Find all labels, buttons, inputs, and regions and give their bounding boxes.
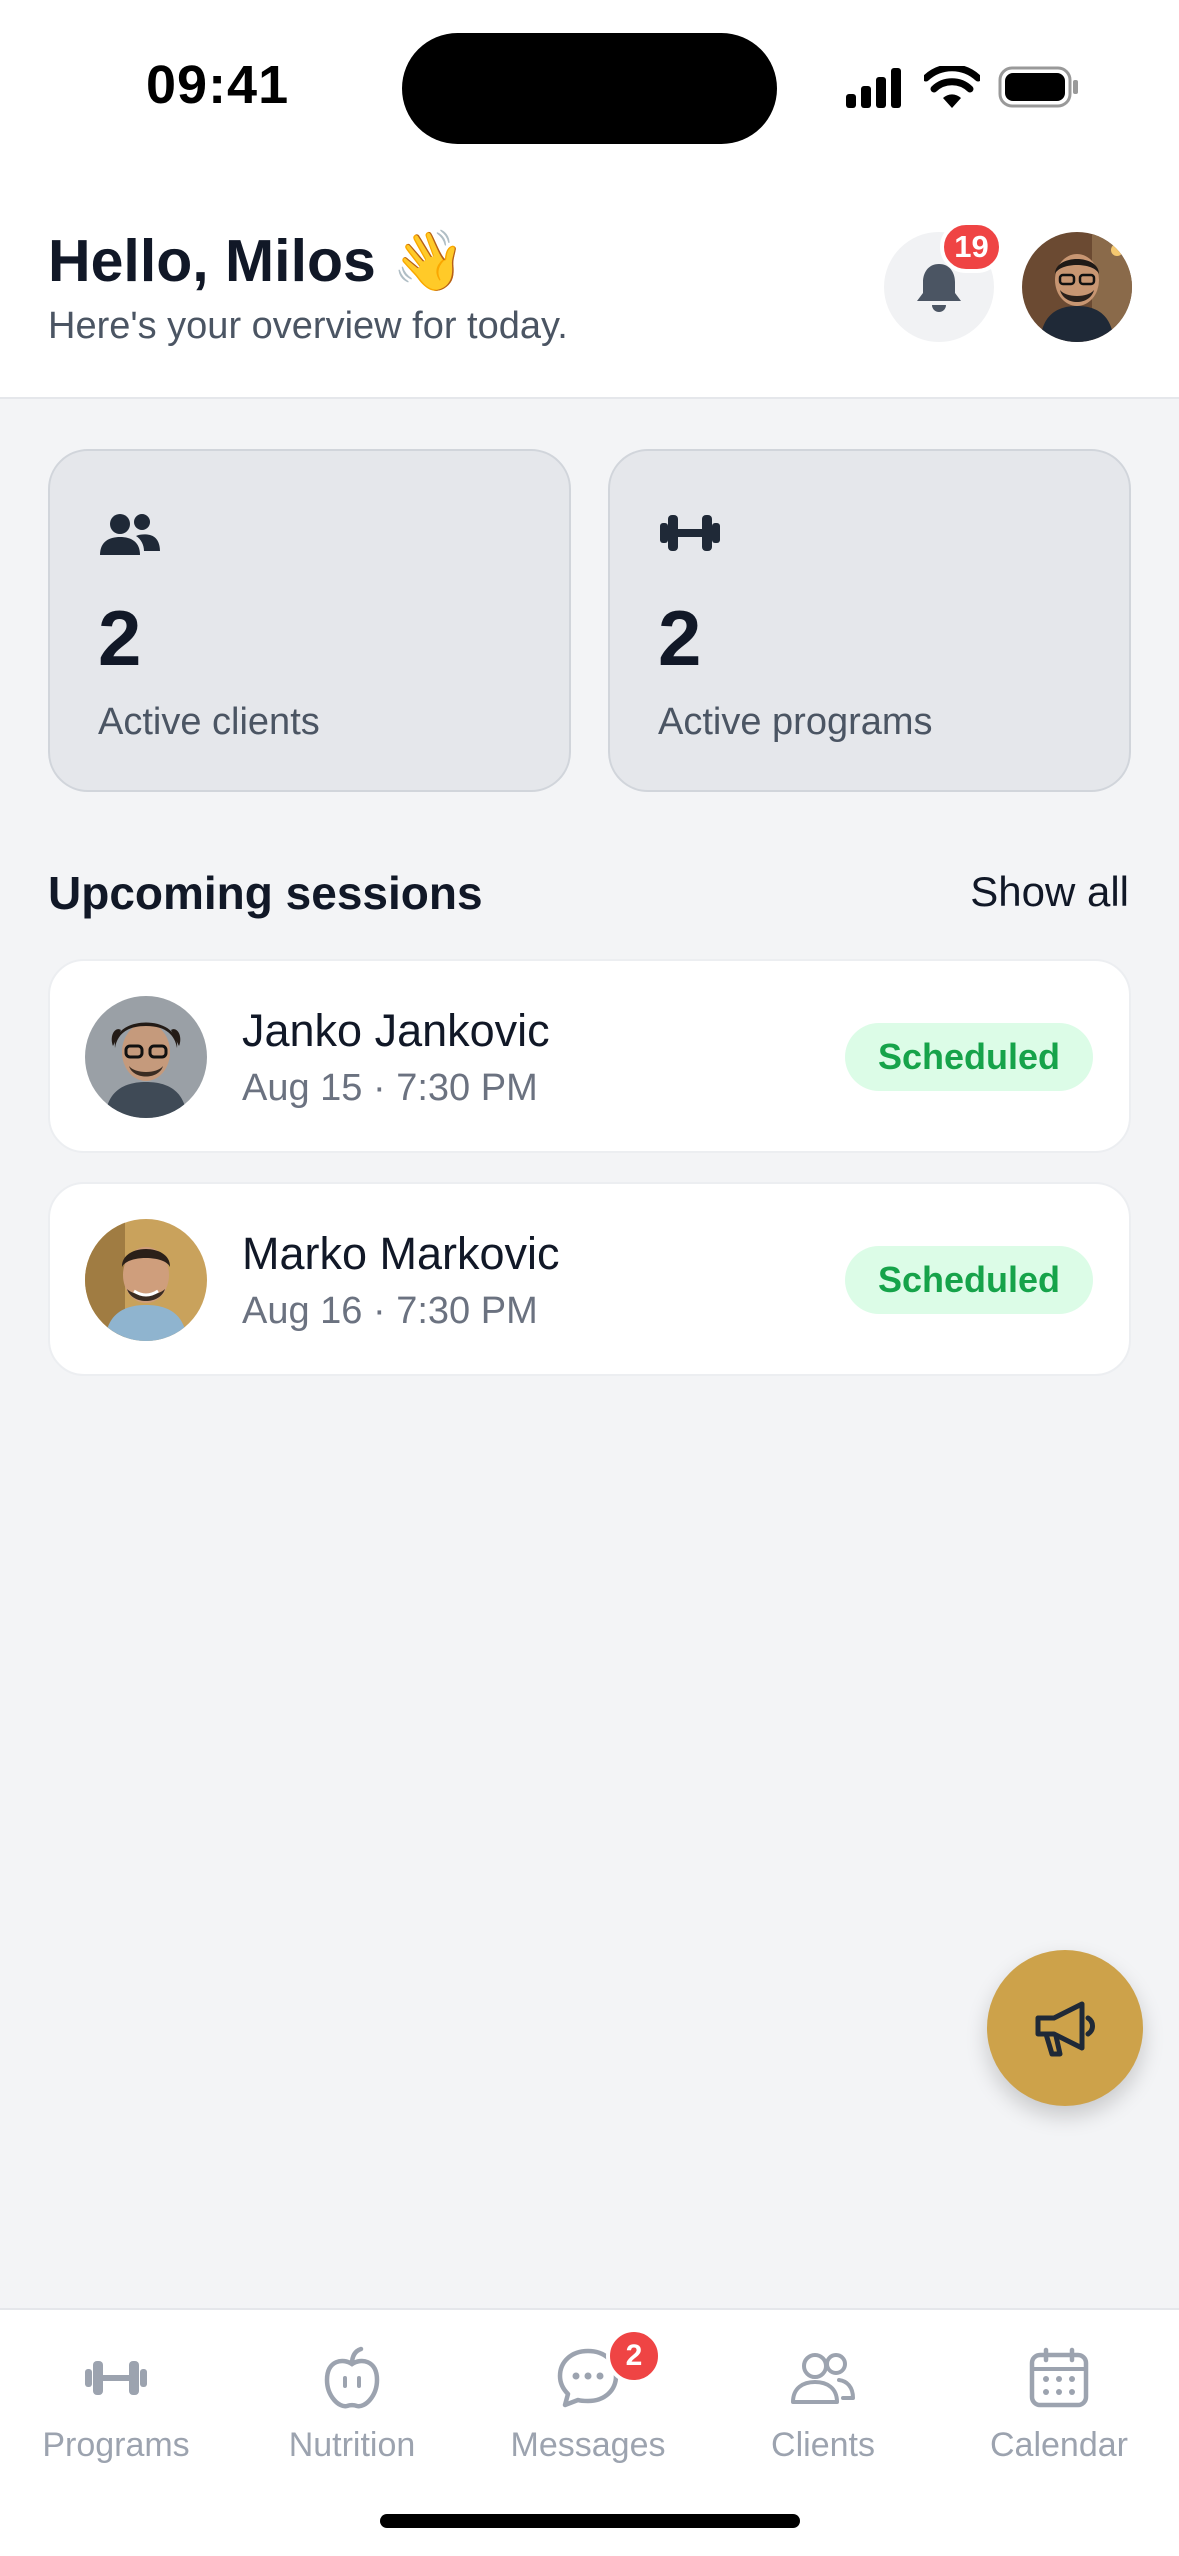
tab-messages[interactable]: 2 Messages: [488, 2328, 688, 2480]
status-badge: Scheduled: [845, 1023, 1093, 1091]
header: Hello, Milos 👋 Here's your overview for …: [0, 175, 1179, 399]
tab-clients[interactable]: Clients: [723, 2340, 923, 2480]
active-clients-label: Active clients: [98, 701, 320, 743]
cellular-signal-icon: [846, 68, 901, 108]
status-badge: Scheduled: [845, 1246, 1093, 1314]
tab-programs[interactable]: Programs: [16, 2340, 216, 2480]
profile-photo: [1022, 232, 1132, 342]
greeting-title: Hello, Milos 👋: [48, 228, 466, 294]
megaphone-icon: [1035, 2001, 1095, 2057]
tab-calendar-label: Calendar: [990, 2426, 1128, 2464]
status-bar: 09:41: [0, 0, 1179, 175]
active-programs-card[interactable]: 2 Active programs: [608, 449, 1131, 792]
session-item[interactable]: Janko Jankovic Aug 15 · 7:30 PM Schedule…: [48, 959, 1131, 1153]
tab-programs-label: Programs: [42, 2426, 190, 2464]
apple-icon: [324, 2346, 380, 2409]
upcoming-sessions-title: Upcoming sessions: [48, 867, 483, 919]
battery-icon: [998, 66, 1078, 108]
tab-nutrition-label: Nutrition: [288, 2426, 416, 2464]
home-indicator: [380, 2514, 800, 2528]
announcement-fab-button[interactable]: [987, 1950, 1143, 2106]
avatar: [85, 996, 207, 1118]
session-client-name: Janko Jankovic: [242, 1005, 550, 1056]
active-clients-value: 2: [98, 594, 142, 682]
dumbbell-icon: [85, 2361, 147, 2395]
users-icon: [98, 511, 162, 564]
tab-messages-label: Messages: [510, 2426, 666, 2464]
users-icon: [791, 2353, 855, 2404]
active-programs-label: Active programs: [658, 701, 933, 743]
avatar: [85, 1219, 207, 1341]
show-all-link[interactable]: Show all: [970, 868, 1129, 916]
profile-avatar[interactable]: [1022, 232, 1132, 342]
client-photo: [85, 996, 207, 1118]
active-programs-value: 2: [658, 594, 702, 682]
dynamic-island: [402, 33, 777, 144]
client-photo: [85, 1219, 207, 1341]
active-clients-card[interactable]: 2 Active clients: [48, 449, 571, 792]
session-client-name: Marko Markovic: [242, 1228, 560, 1279]
dumbbell-icon: [658, 511, 722, 560]
messages-unread-badge: 2: [606, 2328, 662, 2384]
session-item[interactable]: Marko Markovic Aug 16 · 7:30 PM Schedule…: [48, 1182, 1131, 1376]
calendar-icon: [1029, 2347, 1089, 2408]
tab-clients-label: Clients: [771, 2426, 875, 2464]
session-datetime: Aug 15 · 7:30 PM: [242, 1067, 538, 1109]
notification-count-badge: 19: [940, 221, 1003, 273]
session-datetime: Aug 16 · 7:30 PM: [242, 1290, 538, 1332]
tab-calendar[interactable]: Calendar: [959, 2340, 1159, 2480]
tab-nutrition[interactable]: Nutrition: [252, 2340, 452, 2480]
greeting-subtitle: Here's your overview for today.: [48, 305, 568, 347]
wifi-icon: [924, 66, 980, 108]
status-time: 09:41: [146, 55, 290, 115]
